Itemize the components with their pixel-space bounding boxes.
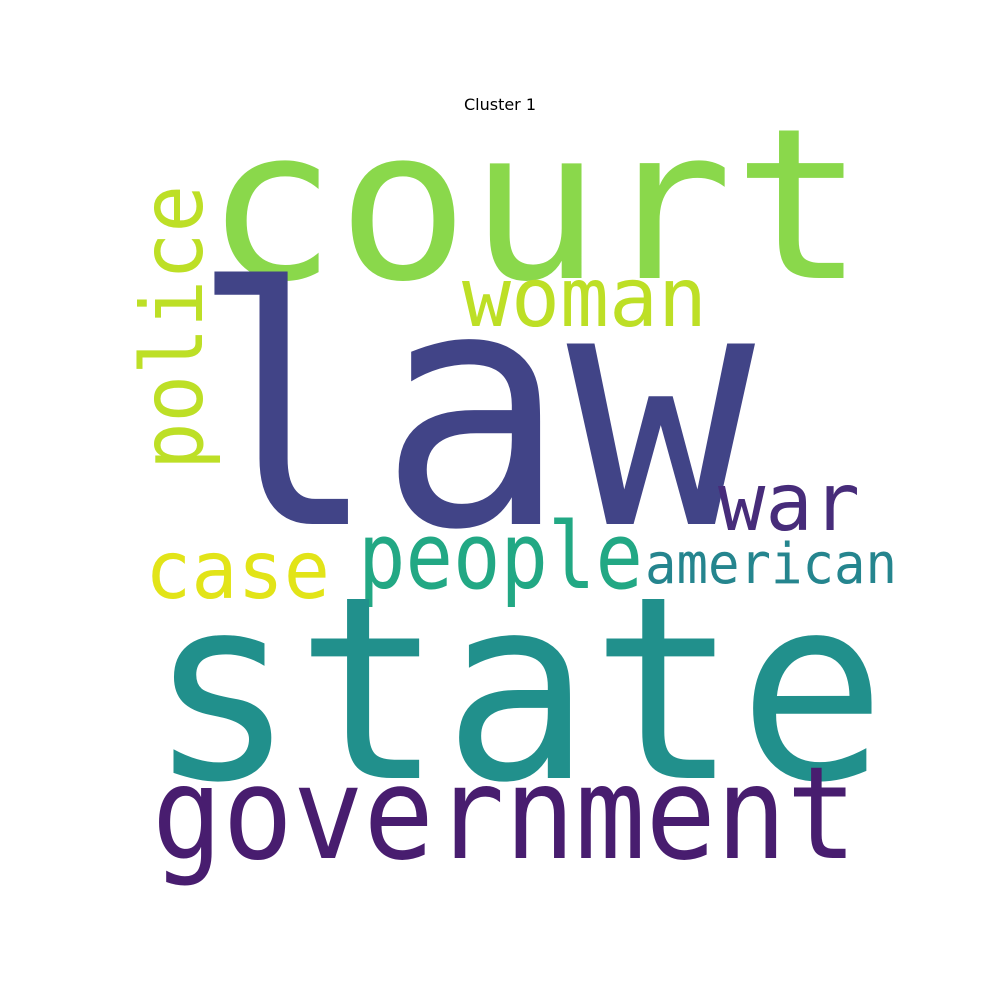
word-woman: woman [462, 251, 707, 346]
word-police: police [123, 185, 223, 470]
word-cloud: court law woman police war case people a… [123, 83, 897, 889]
word-government: government [152, 740, 857, 889]
